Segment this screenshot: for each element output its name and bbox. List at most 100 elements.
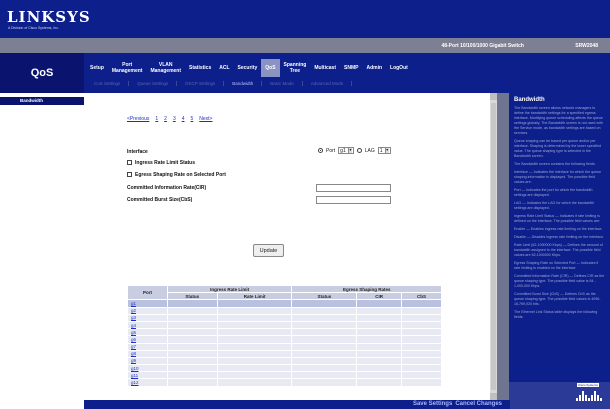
tab-cos-settings[interactable]: CoS Settings	[86, 81, 130, 86]
port-select[interactable]: g1 ▼	[338, 147, 354, 154]
table-row[interactable]: g1	[127, 299, 442, 308]
col-egress-status: Status	[291, 292, 358, 301]
save-settings-button[interactable]: Save Settings	[413, 401, 452, 407]
lag-radio[interactable]	[356, 148, 362, 153]
port-cell[interactable]: g6	[127, 335, 168, 344]
table-row[interactable]: g7	[127, 342, 442, 351]
cir-label: Committed Information Rate(CIR)	[127, 185, 207, 191]
help-paragraph: Port — Indicates the port for which the …	[514, 188, 593, 197]
product-name: 48-Port 10/100/1000 Gigabit Switch	[441, 43, 524, 49]
pager-next-link[interactable]: Next>	[199, 116, 212, 122]
table-row[interactable]: g2	[127, 306, 442, 315]
cisco-label: Cisco Systems	[577, 383, 599, 387]
pager-page-1[interactable]: 1	[155, 116, 158, 122]
tab-basic-mode[interactable]: Basic Mode	[262, 81, 303, 86]
port-cell[interactable]: g8	[127, 349, 168, 358]
help-paragraph: Rate Limit (62-1000000 Kbps) — Defines t…	[514, 243, 603, 257]
scroll-up-arrow-icon[interactable]	[490, 93, 497, 100]
port-cell[interactable]: g3	[127, 313, 168, 322]
nav-area: QoS Setup Port Management VLAN Managemen…	[0, 53, 610, 93]
menu-qos[interactable]: QoS	[261, 59, 280, 77]
ingress-checkbox[interactable]	[127, 160, 132, 166]
menu-logout[interactable]: LogOut	[386, 59, 412, 77]
help-paragraph: Queue shaping can be based per queue and…	[514, 139, 602, 158]
tab-bandwidth[interactable]: Bandwidth	[224, 81, 263, 86]
interface-selector: Port g1 ▼ LAG 1 ▼	[318, 147, 391, 154]
menu-multicast[interactable]: Multicast	[310, 59, 340, 77]
port-cell[interactable]: g10	[127, 364, 168, 373]
menu-snmp[interactable]: SNMP	[340, 59, 362, 77]
left-sidebar: Bandwidth	[0, 93, 84, 409]
egress-checkbox[interactable]	[127, 172, 132, 178]
table-row[interactable]: g8	[127, 349, 442, 358]
col-cir: CIR	[356, 292, 403, 301]
table-row[interactable]: g11	[127, 371, 442, 380]
footer-bar: Save Settings Cancel Changes	[84, 400, 510, 409]
scroll-thumb[interactable]	[491, 103, 496, 390]
port-cell[interactable]: g5	[127, 328, 168, 337]
help-title: Bandwidth	[514, 97, 545, 103]
help-paragraph: Disable — Disables ingress rate limiting…	[514, 235, 605, 239]
port-cell[interactable]: g2	[127, 306, 168, 315]
col-group-ingress: Ingress Rate Limit	[166, 284, 293, 294]
product-bar: 48-Port 10/100/1000 Gigabit Switch SRW20…	[0, 38, 610, 53]
menu-admin[interactable]: Admin	[362, 59, 386, 77]
pager-page-3[interactable]: 3	[173, 116, 176, 122]
lag-radio-label: LAG	[364, 147, 375, 154]
tab-advanced-mode[interactable]: Advanced Mode	[303, 81, 353, 86]
port-cell[interactable]: g11	[127, 371, 168, 380]
pager-previous-link[interactable]: <Previous	[127, 116, 149, 122]
col-rate-limit: Rate Limit	[216, 292, 293, 301]
col-port: Port	[127, 284, 168, 301]
cbs-input[interactable]	[316, 196, 391, 204]
help-paragraph: Committed Burst Size (CbS) — Defines CbS…	[514, 292, 601, 306]
chevron-down-icon: ▼	[347, 148, 353, 153]
logo-tagline: A Division of Cisco Systems, Inc.	[8, 26, 59, 30]
ingress-row: Ingress Rate Limit Status	[127, 160, 195, 166]
menu-statistics[interactable]: Statistics	[185, 59, 215, 77]
menu-spanning-tree[interactable]: Spanning Tree	[280, 59, 311, 77]
port-cell[interactable]: g7	[127, 342, 168, 351]
port-cell[interactable]: g9	[127, 356, 168, 366]
update-button[interactable]: Update	[253, 244, 284, 257]
port-cell[interactable]: g4	[127, 320, 168, 330]
table-row[interactable]: g5	[127, 328, 442, 337]
menu-vlan-management[interactable]: VLAN Management	[146, 59, 185, 77]
menu-port-management[interactable]: Port Management	[108, 59, 147, 77]
scroll-down-arrow-icon[interactable]	[490, 393, 497, 400]
pager-page-4[interactable]: 4	[182, 116, 185, 122]
table-row[interactable]: g4	[127, 320, 442, 330]
port-cell[interactable]: g12	[127, 378, 168, 387]
table-row[interactable]: g10	[127, 364, 442, 373]
pager-page-5[interactable]: 5	[191, 116, 194, 122]
interface-label: Interface	[127, 149, 148, 155]
lag-select[interactable]: 1 ▼	[377, 147, 391, 154]
cir-input[interactable]	[316, 184, 391, 192]
header-logo-bar: LINKSYS A Division of Cisco Systems, Inc…	[0, 0, 610, 38]
table-row[interactable]: g3	[127, 313, 442, 322]
port-cell[interactable]: g1	[127, 299, 168, 308]
table-row[interactable]: g9	[127, 356, 442, 366]
menu-setup[interactable]: Setup	[86, 59, 108, 77]
cisco-logo-icon	[576, 391, 602, 401]
help-paragraph: The Bandwidth screen contains the follow…	[514, 162, 596, 166]
help-paragraph: LAG — Indicates the LAG for which the ba…	[514, 201, 595, 210]
port-select-value: g1	[340, 147, 346, 154]
lag-select-value: 1	[379, 147, 383, 154]
help-paragraph: Enable — Enables ingress rate limiting o…	[514, 227, 603, 231]
port-radio[interactable]	[318, 148, 323, 153]
table-row[interactable]: g12	[127, 378, 442, 387]
pager-page-2[interactable]: 2	[164, 116, 167, 122]
help-panel: Bandwidth The Bandwidth screen allows ne…	[509, 93, 610, 391]
main-menu: Setup Port Management VLAN Management St…	[86, 59, 412, 77]
table-row[interactable]: g6	[127, 335, 442, 344]
col-group-egress: Egress Shaping Rates	[291, 284, 442, 294]
col-ingress-status: Status	[166, 292, 218, 301]
pagination: <Previous 1 2 3 4 5 Next>	[127, 116, 212, 122]
cancel-changes-button[interactable]: Cancel Changes	[455, 401, 502, 407]
tab-queue-settings[interactable]: Queue Settings	[129, 81, 178, 86]
tab-dscp-settings[interactable]: DSCP Settings	[177, 81, 225, 86]
menu-acl[interactable]: ACL	[215, 59, 233, 77]
menu-security[interactable]: Security	[234, 59, 262, 77]
sidebar-item-bandwidth[interactable]: Bandwidth	[0, 97, 84, 105]
